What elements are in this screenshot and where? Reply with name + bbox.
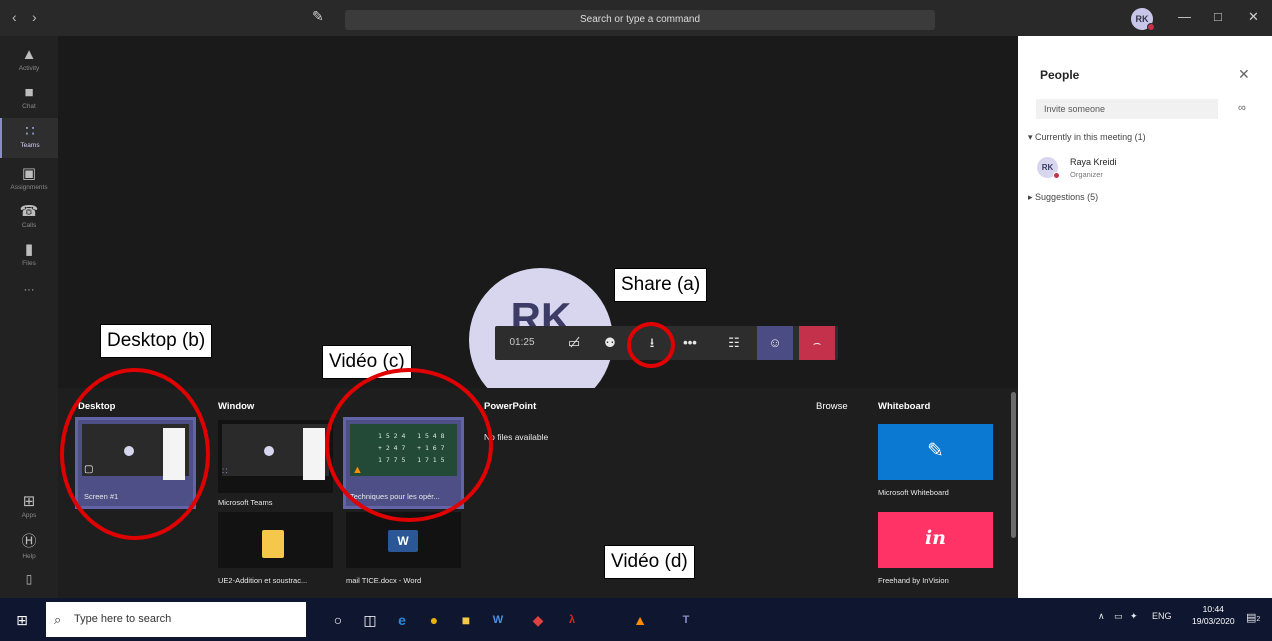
annotation-ring-desktop — [60, 368, 210, 540]
phone-icon: ☎ — [19, 203, 39, 220]
presence-busy-icon — [1147, 23, 1155, 31]
folder-icon — [262, 530, 284, 558]
teams-taskbar-icon[interactable]: T — [676, 610, 696, 630]
task-view-icon[interactable]: ◫ — [360, 610, 380, 630]
file-explorer-icon[interactable]: ■ — [456, 610, 476, 630]
participant-name: Raya Kreidi — [1070, 157, 1117, 167]
teams-app-icon: ∷ — [222, 466, 228, 476]
chevron-down-icon: ▾ — [1028, 132, 1033, 142]
acrobat-icon[interactable]: λ — [562, 610, 582, 630]
profile-avatar[interactable]: RK — [1131, 8, 1155, 31]
system-clock[interactable]: 10:44 19/03/2020 — [1192, 603, 1235, 627]
hang-up-icon: ⌢ — [812, 335, 822, 350]
rail-item-help[interactable]: Ⓗ Help — [0, 526, 58, 566]
edge-icon[interactable]: e — [392, 610, 412, 630]
language-indicator[interactable]: ENG — [1152, 611, 1172, 621]
rail-item-activity[interactable]: ▲ Activity — [0, 42, 58, 82]
rail-item-apps[interactable]: ⊞ Apps — [0, 488, 58, 528]
rail-item-calls[interactable]: ☎ Calls — [0, 198, 58, 238]
cortana-icon[interactable]: ○ — [328, 610, 348, 630]
notifications-icon[interactable]: ▤2 — [1246, 611, 1260, 624]
window-column-header: Window — [218, 401, 255, 412]
maximize-icon[interactable]: □ — [1214, 9, 1222, 24]
chevron-right-icon: ▸ — [1028, 192, 1033, 202]
word-icon: W — [388, 530, 418, 552]
hang-up-button[interactable]: ⌢ — [799, 326, 835, 360]
presence-busy-icon — [1053, 172, 1060, 179]
avatar-initials: RK — [1135, 14, 1149, 24]
files-icon: ▮ — [24, 241, 34, 258]
invision-logo-icon: in — [924, 527, 947, 549]
chevron-up-icon[interactable]: ∧ — [1098, 611, 1105, 622]
taskbar-search-input[interactable]: ⌕ Type here to search — [46, 602, 306, 637]
share-tray-scrollbar[interactable] — [1011, 392, 1016, 538]
people-pane-title: People — [1040, 68, 1080, 82]
help-icon: Ⓗ — [21, 533, 37, 550]
chevron-right-icon[interactable]: › — [32, 9, 37, 25]
chat-icon: ■ — [24, 84, 34, 101]
more-actions-icon[interactable]: ••• — [675, 326, 705, 360]
window-thumb-folder[interactable] — [218, 512, 333, 568]
annotation-video-d: Vidéo (d) — [604, 545, 695, 579]
whiteboard-pen-icon: ✎ — [927, 440, 944, 462]
vlc-taskbar-icon[interactable]: ▲ — [630, 610, 650, 630]
powerpoint-column-header: PowerPoint — [484, 401, 537, 412]
annotation-desktop: Desktop (b) — [100, 324, 213, 358]
windows-taskbar: ⊞ ⌕ Type here to search ○ ◫ e ● ■ W ◆ λ … — [0, 598, 1272, 641]
bell-icon: ▲ — [21, 46, 37, 63]
command-search-input[interactable]: Search or type a command — [345, 10, 935, 30]
minimize-icon[interactable]: — — [1178, 9, 1191, 24]
participant-role: Organizer — [1070, 170, 1103, 179]
search-icon: ⌕ — [54, 612, 62, 627]
teams-meeting-window: ‹ › ✎ Search or type a command RK — □ ✕ … — [0, 0, 1272, 641]
copy-link-icon[interactable]: ∞ — [1238, 102, 1246, 114]
chrome-icon[interactable]: ● — [424, 610, 444, 630]
title-bar: ‹ › ✎ Search or type a command RK — □ ✕ — [0, 0, 1272, 36]
camera-off-icon[interactable]: ▭̸ — [559, 326, 589, 360]
compose-icon[interactable]: ✎ — [312, 8, 330, 26]
recorder-icon[interactable]: ◆ — [528, 610, 548, 630]
participant-avatar[interactable]: RK — [1037, 157, 1060, 179]
rail-item-chat[interactable]: ■ Chat — [0, 80, 58, 120]
call-timer: 01:25 — [509, 337, 535, 348]
rail-item-assignments[interactable]: ▣ Assignments — [0, 160, 58, 200]
meeting-stage: RK 01:25 ▭̸ ⚉ ⭳ ••• ☷ ☺ ⌢ Desktop Window… — [58, 36, 1018, 598]
close-icon[interactable]: ✕ — [1248, 9, 1259, 25]
device-icon[interactable]: ▯ — [0, 568, 58, 594]
people-pane: People ✕ Invite someone ∞ ▾ Currently in… — [1018, 36, 1272, 598]
suggestions-section[interactable]: ▸ Suggestions (5) — [1028, 192, 1098, 203]
windows-start-icon[interactable]: ⊞ — [12, 610, 32, 630]
window-thumb-microsoft-teams[interactable]: ∷ — [218, 420, 333, 493]
rail-item-files[interactable]: ▮ Files — [0, 236, 58, 276]
rail-more-button[interactable]: ··· — [0, 280, 58, 320]
invite-someone-input[interactable]: Invite someone — [1036, 99, 1218, 119]
participants-icon[interactable]: ☺ — [757, 326, 793, 360]
current-participants-section[interactable]: ▾ Currently in this meeting (1) — [1028, 132, 1146, 143]
annotation-share: Share (a) — [614, 268, 708, 302]
browse-link[interactable]: Browse — [816, 401, 848, 412]
invision-freehand-tile[interactable]: in — [878, 512, 993, 568]
annotation-ring-share — [627, 322, 675, 368]
assignments-icon: ▣ — [21, 165, 37, 182]
whiteboard-column-header: Whiteboard — [878, 401, 931, 412]
dropbox-icon[interactable]: ✦ — [1130, 611, 1138, 622]
rail-item-teams[interactable]: ∷ Teams — [0, 118, 58, 158]
powerpoint-empty-message: No files available — [484, 432, 549, 442]
microphone-icon[interactable]: ⚉ — [595, 326, 625, 360]
word-taskbar-icon[interactable]: W — [488, 610, 508, 630]
app-rail: ▲ Activity ■ Chat ∷ Teams ▣ Assignments … — [0, 36, 58, 598]
microsoft-whiteboard-tile[interactable]: ✎ — [878, 424, 993, 480]
chevron-left-icon[interactable]: ‹ — [12, 9, 17, 25]
close-pane-icon[interactable]: ✕ — [1238, 66, 1250, 83]
annotation-ring-video-c — [325, 368, 493, 522]
chat-toggle-icon[interactable]: ☷ — [719, 326, 749, 360]
battery-icon[interactable]: ▭ — [1114, 611, 1123, 622]
apps-icon: ⊞ — [22, 493, 36, 510]
teams-icon: ∷ — [25, 123, 35, 140]
